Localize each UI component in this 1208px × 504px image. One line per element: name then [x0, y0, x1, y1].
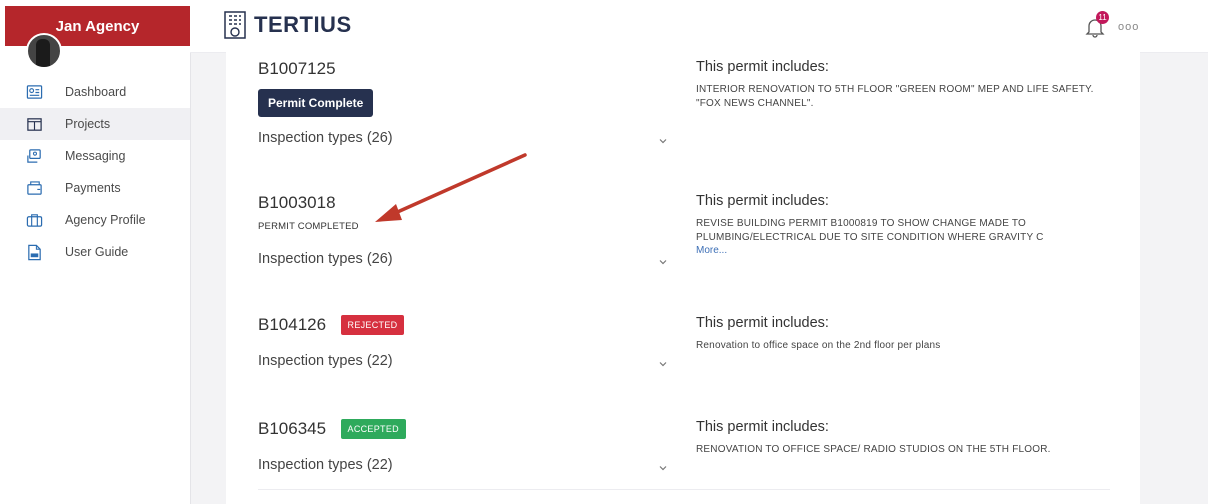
permit-id: B106345	[258, 419, 327, 438]
sidebar-item-label: Projects	[65, 117, 111, 131]
inspection-types-toggle[interactable]: Inspection types (22)	[258, 353, 668, 369]
sidebar-item-label: User Guide	[65, 245, 129, 259]
description-title: This permit includes:	[696, 59, 829, 75]
chevron-down-icon	[659, 260, 667, 265]
description-body: Renovation to office space on the 2nd fl…	[696, 340, 941, 351]
pdf-icon	[25, 243, 43, 261]
chevron-down-icon	[659, 466, 667, 471]
permit-card: B1007125 Permit Complete Inspection type…	[258, 59, 1108, 146]
permit-description: This permit includes: Renovation to offi…	[696, 315, 1116, 353]
description-body: INTERIOR RENOVATION TO 5TH FLOOR "GREEN …	[696, 84, 1094, 109]
permit-complete-button[interactable]: Permit Complete	[258, 89, 374, 117]
permit-card: B104126 REJECTED Inspection types (22) T…	[258, 315, 1108, 369]
payments-icon	[25, 179, 43, 197]
dashboard-icon	[25, 83, 43, 101]
avatar[interactable]	[26, 33, 62, 69]
chevron-down-icon	[659, 139, 667, 144]
inspection-types-label: Inspection types (26)	[258, 251, 393, 267]
inspection-types-toggle[interactable]: Inspection types (22)	[258, 457, 668, 473]
status-badge-rejected: REJECTED	[340, 315, 405, 335]
more-options-icon[interactable]: ooo	[1118, 21, 1139, 33]
sidebar-item-label: Messaging	[65, 149, 126, 163]
permit-card: B1003018 PERMIT COMPLETED Inspection typ…	[258, 193, 1108, 267]
agency-profile-icon	[25, 211, 43, 229]
description-body: RENOVATION TO OFFICE SPACE/ RADIO STUDIO…	[696, 444, 1051, 455]
sidebar: Jan Agency Dashboard Projects Messaging …	[0, 0, 191, 504]
sidebar-item-user-guide[interactable]: User Guide	[0, 236, 190, 268]
sidebar-item-payments[interactable]: Payments	[0, 172, 190, 204]
permit-id: B104126	[258, 315, 327, 334]
building-logo-icon	[224, 11, 246, 39]
sidebar-item-label: Dashboard	[65, 85, 127, 99]
inspection-types-toggle[interactable]: Inspection types (26)	[258, 130, 668, 146]
permit-description: This permit includes: REVISE BUILDING PE…	[696, 193, 1116, 256]
permit-description: This permit includes: INTERIOR RENOVATIO…	[696, 59, 1116, 111]
sidebar-item-agency-profile[interactable]: Agency Profile	[0, 204, 190, 236]
sidebar-item-label: Agency Profile	[65, 213, 146, 227]
sidebar-item-messaging[interactable]: Messaging	[0, 140, 190, 172]
description-body: REVISE BUILDING PERMIT B1000819 TO SHOW …	[696, 218, 1044, 243]
permit-card: B106345 ACCEPTED Inspection types (22) T…	[258, 419, 1108, 473]
sidebar-item-projects[interactable]: Projects	[0, 108, 190, 140]
permit-id: B1007125	[258, 59, 336, 78]
inspection-types-label: Inspection types (22)	[258, 353, 393, 369]
description-title: This permit includes:	[696, 315, 829, 331]
status-badge-accepted: ACCEPTED	[340, 419, 406, 439]
description-title: This permit includes:	[696, 193, 829, 209]
chevron-down-icon	[659, 362, 667, 367]
notification-count-badge: 11	[1096, 11, 1109, 24]
brand-logo[interactable]: TERTIUS	[222, 11, 352, 39]
top-bar: TERTIUS 11 ooo	[190, 0, 1208, 53]
messaging-icon	[25, 147, 43, 165]
description-title: This permit includes:	[696, 419, 829, 435]
permit-description: This permit includes: RENOVATION TO OFFI…	[696, 419, 1116, 457]
brand-name: TERTIUS	[254, 12, 352, 37]
inspection-types-toggle[interactable]: Inspection types (26)	[258, 251, 668, 267]
more-link[interactable]: More...	[696, 245, 1116, 256]
inspection-types-label: Inspection types (22)	[258, 457, 393, 473]
sidebar-item-label: Payments	[65, 181, 121, 195]
permit-id: B1003018	[258, 193, 336, 212]
inspection-types-label: Inspection types (26)	[258, 130, 393, 146]
divider	[258, 489, 1110, 490]
sidebar-nav: Dashboard Projects Messaging Payments Ag…	[0, 76, 190, 268]
sidebar-item-dashboard[interactable]: Dashboard	[0, 76, 190, 108]
projects-icon	[25, 115, 43, 133]
permits-panel: B1007125 Permit Complete Inspection type…	[226, 52, 1140, 504]
